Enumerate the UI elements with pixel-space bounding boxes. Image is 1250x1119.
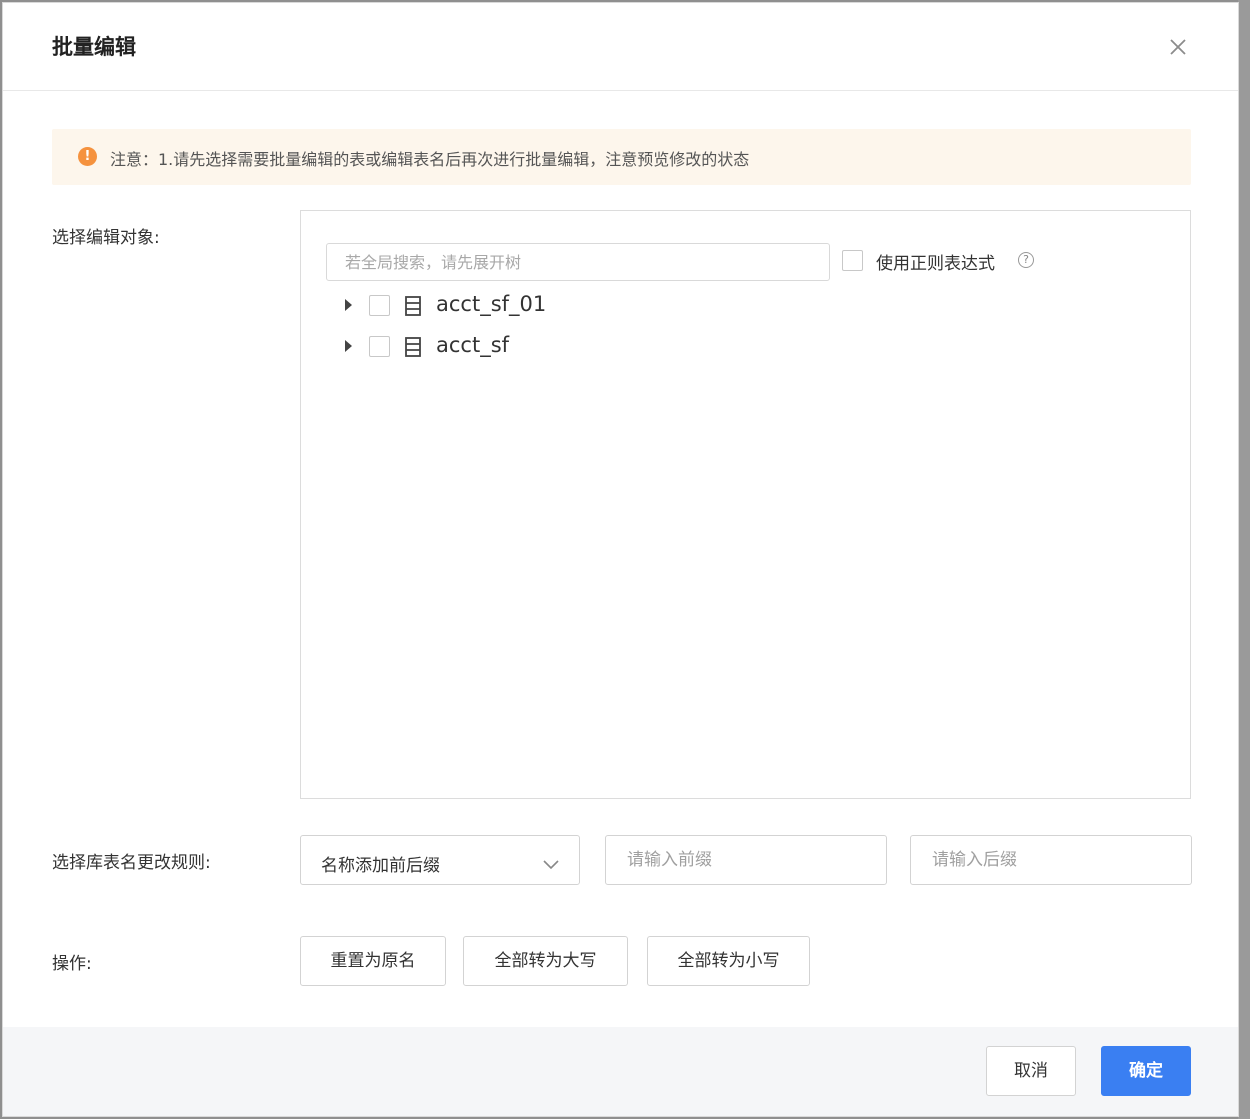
chevron-down-icon (543, 855, 559, 870)
regex-option: 使用正则表达式 ? (842, 250, 1034, 274)
tree-node-label: acct_sf (436, 333, 510, 357)
regex-checkbox[interactable] (842, 250, 863, 271)
expand-caret-icon[interactable] (345, 299, 352, 311)
tree-node-checkbox[interactable] (369, 336, 390, 357)
rename-rule-value: 名称添加前后缀 (321, 856, 440, 876)
prefix-input[interactable] (605, 835, 887, 885)
lowercase-button[interactable]: 全部转为小写 (647, 936, 810, 986)
rename-rule-label: 选择库表名更改规则: (52, 853, 211, 873)
dialog-footer: 取消 确定 (3, 1027, 1238, 1116)
expand-caret-icon[interactable] (345, 340, 352, 352)
tree-node-label: acct_sf_01 (436, 292, 547, 316)
table-icon (403, 336, 423, 358)
backdrop (1238, 0, 1250, 1119)
tree-node[interactable]: acct_sf_01 (341, 291, 741, 321)
confirm-button[interactable]: 确定 (1101, 1046, 1191, 1096)
dialog-title: 批量编辑 (52, 35, 136, 59)
tree-search-input[interactable] (326, 243, 830, 281)
batch-edit-dialog: 批量编辑 ! 注意：1.请先选择需要批量编辑的表或编辑表名后再次进行批量编辑，注… (2, 2, 1239, 1117)
operation-label: 操作: (52, 954, 92, 974)
dialog-header: 批量编辑 (3, 3, 1238, 91)
table-icon (403, 295, 423, 317)
notice-text: 注意：1.请先选择需要批量编辑的表或编辑表名后再次进行批量编辑，注意预览修改的状… (110, 150, 750, 169)
suffix-input[interactable] (910, 835, 1192, 885)
close-icon[interactable] (1166, 35, 1190, 59)
warning-icon: ! (78, 147, 97, 166)
select-target-label: 选择编辑对象: (52, 228, 160, 248)
uppercase-button[interactable]: 全部转为大写 (463, 936, 628, 986)
tree-panel: 使用正则表达式 ? acct_sf_01 acc (300, 210, 1191, 799)
help-icon[interactable]: ? (1018, 252, 1034, 268)
regex-label: 使用正则表达式 (876, 254, 995, 274)
tree-node-checkbox[interactable] (369, 295, 390, 316)
cancel-button[interactable]: 取消 (986, 1046, 1076, 1096)
reset-name-button[interactable]: 重置为原名 (300, 936, 446, 986)
notice-banner: ! 注意：1.请先选择需要批量编辑的表或编辑表名后再次进行批量编辑，注意预览修改… (52, 129, 1191, 185)
rename-rule-select[interactable]: 名称添加前后缀 (300, 835, 580, 885)
tree-node[interactable]: acct_sf (341, 332, 741, 362)
